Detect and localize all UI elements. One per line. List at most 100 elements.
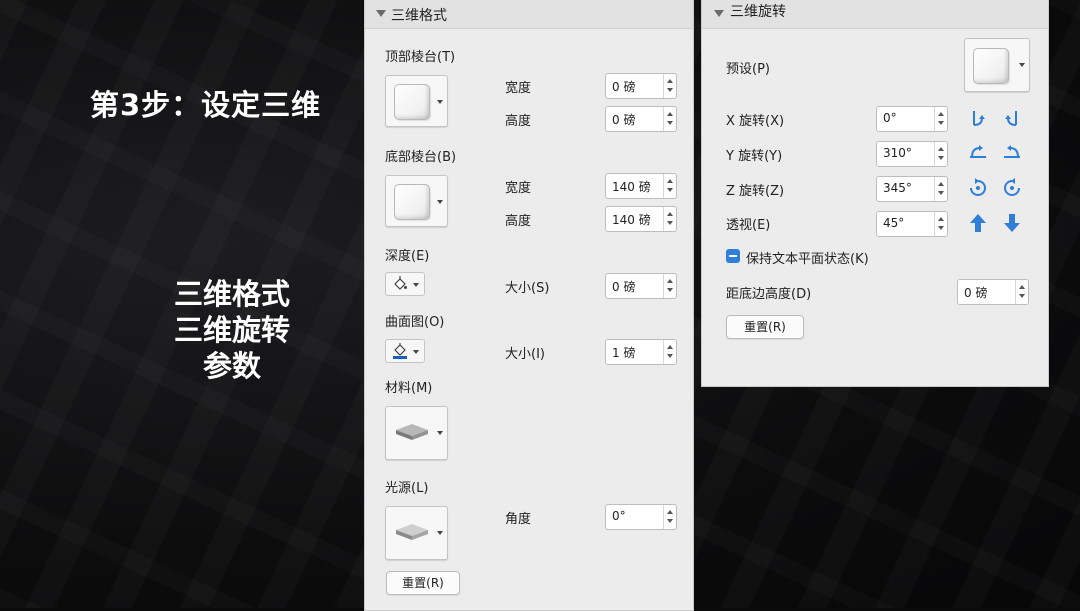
rotate-down-y-icon[interactable] [1001, 142, 1023, 164]
decrement-icon[interactable] [667, 519, 673, 523]
contour-size-stepper[interactable]: 1 磅 [605, 339, 677, 365]
perspective-increase-icon[interactable] [967, 212, 989, 234]
stepper-arrows[interactable] [663, 505, 676, 529]
decrement-icon[interactable] [938, 121, 944, 125]
decrement-icon[interactable] [667, 121, 673, 125]
top-bevel-height-value: 0 磅 [612, 113, 636, 127]
decrement-icon[interactable] [667, 288, 673, 292]
lighting-angle-label: 角度 [505, 512, 532, 527]
decrement-icon[interactable] [667, 188, 673, 192]
lighting-dropdown[interactable] [385, 506, 448, 560]
decrement-icon[interactable] [1019, 294, 1025, 298]
x-rotation-stepper[interactable]: 0° [876, 106, 948, 132]
perspective-label: 透视(E) [726, 218, 771, 233]
contour-color-dropdown[interactable] [385, 339, 425, 363]
y-rotation-stepper[interactable]: 310° [876, 141, 948, 167]
lighting-label: 光源(L) [385, 481, 429, 496]
description-line-1: 三维格式 [173, 277, 290, 311]
lighting-angle-value: 0° [612, 509, 626, 523]
decrement-icon[interactable] [667, 354, 673, 358]
decrement-icon[interactable] [667, 88, 673, 92]
depth-size-stepper[interactable]: 0 磅 [605, 273, 677, 299]
z-rotation-stepper[interactable]: 345° [876, 176, 948, 202]
bottom-bevel-height-stepper[interactable]: 140 磅 [605, 206, 677, 232]
depth-color-dropdown[interactable] [385, 272, 425, 296]
decrement-icon[interactable] [938, 226, 944, 230]
rotation-panel-header[interactable]: 三维旋转 [702, 0, 1048, 29]
stepper-arrows[interactable] [663, 107, 676, 131]
collapse-triangle-icon[interactable] [376, 10, 386, 17]
rotate-counterclockwise-z-icon[interactable] [967, 177, 989, 199]
description-block: 三维格式 三维旋转 参数 [152, 276, 312, 384]
stepper-arrows[interactable] [663, 174, 676, 198]
keep-text-flat-checkbox[interactable] [726, 249, 740, 263]
format-panel-header[interactable]: 三维格式 [365, 0, 693, 29]
bottom-bevel-width-stepper[interactable]: 140 磅 [605, 173, 677, 199]
increment-icon[interactable] [667, 212, 673, 216]
increment-icon[interactable] [667, 79, 673, 83]
preset-dropdown[interactable] [964, 38, 1030, 92]
rotate-clockwise-z-icon[interactable] [1001, 177, 1023, 199]
top-bevel-dropdown[interactable] [385, 75, 448, 127]
z-rotation-value: 345° [883, 181, 912, 195]
bottom-bevel-height-value: 140 磅 [612, 213, 651, 227]
paint-bucket-icon [394, 276, 407, 290]
material-dropdown[interactable] [385, 406, 448, 460]
increment-icon[interactable] [667, 345, 673, 349]
bevel-preview-icon [394, 184, 430, 220]
increment-icon[interactable] [938, 147, 944, 151]
rotation-reset-button[interactable]: 重置(R) [726, 315, 804, 339]
increment-icon[interactable] [1019, 285, 1025, 289]
increment-icon[interactable] [938, 112, 944, 116]
increment-icon[interactable] [938, 217, 944, 221]
increment-icon[interactable] [667, 112, 673, 116]
chevron-down-icon [437, 100, 443, 104]
stepper-arrows[interactable] [1015, 280, 1028, 304]
bottom-bevel-dropdown[interactable] [385, 175, 448, 227]
stepper-arrows[interactable] [934, 177, 947, 201]
description-line-2: 三维旋转 [173, 313, 290, 347]
indeterminate-dash-icon [729, 255, 737, 257]
chevron-down-icon [437, 200, 443, 204]
top-bevel-height-stepper[interactable]: 0 磅 [605, 106, 677, 132]
increment-icon[interactable] [667, 279, 673, 283]
increment-icon[interactable] [667, 510, 673, 514]
increment-icon[interactable] [938, 182, 944, 186]
depth-size-label: 大小(S) [505, 281, 550, 296]
lighting-angle-stepper[interactable]: 0° [605, 504, 677, 530]
stepper-arrows[interactable] [934, 212, 947, 236]
stepper-arrows[interactable] [663, 74, 676, 98]
collapse-triangle-icon[interactable] [714, 10, 724, 17]
rotate-left-x-icon[interactable] [967, 107, 989, 129]
description-line-3: 参数 [202, 349, 261, 383]
stepper-arrows[interactable] [663, 274, 676, 298]
paint-bucket-icon [393, 343, 407, 359]
chevron-down-icon [1019, 63, 1025, 67]
material-preview-icon [396, 424, 428, 440]
decrement-icon[interactable] [938, 191, 944, 195]
x-rotation-label: X 旋转(X) [726, 114, 785, 129]
distance-stepper[interactable]: 0 磅 [957, 279, 1029, 305]
top-bevel-width-stepper[interactable]: 0 磅 [605, 73, 677, 99]
bottom-bevel-label: 底部棱台(B) [385, 150, 457, 165]
top-bevel-width-label: 宽度 [505, 81, 532, 96]
format-panel-title: 三维格式 [391, 8, 447, 24]
stepper-arrows[interactable] [934, 107, 947, 131]
keep-text-flat-label: 保持文本平面状态(K) [746, 252, 869, 267]
rotate-right-x-icon[interactable] [1001, 107, 1023, 129]
rotate-up-y-icon[interactable] [967, 142, 989, 164]
stepper-arrows[interactable] [934, 142, 947, 166]
stepper-arrows[interactable] [663, 340, 676, 364]
chevron-down-icon [437, 431, 443, 435]
format-reset-button[interactable]: 重置(R) [386, 571, 460, 595]
decrement-icon[interactable] [667, 221, 673, 225]
contour-label: 曲面图(O) [385, 315, 445, 330]
decrement-icon[interactable] [938, 156, 944, 160]
preset-preview-icon [973, 48, 1009, 84]
stepper-arrows[interactable] [663, 207, 676, 231]
increment-icon[interactable] [667, 179, 673, 183]
perspective-decrease-icon[interactable] [1001, 212, 1023, 234]
contour-size-label: 大小(I) [505, 347, 545, 362]
perspective-stepper[interactable]: 45° [876, 211, 948, 237]
preset-label: 预设(P) [726, 62, 770, 77]
